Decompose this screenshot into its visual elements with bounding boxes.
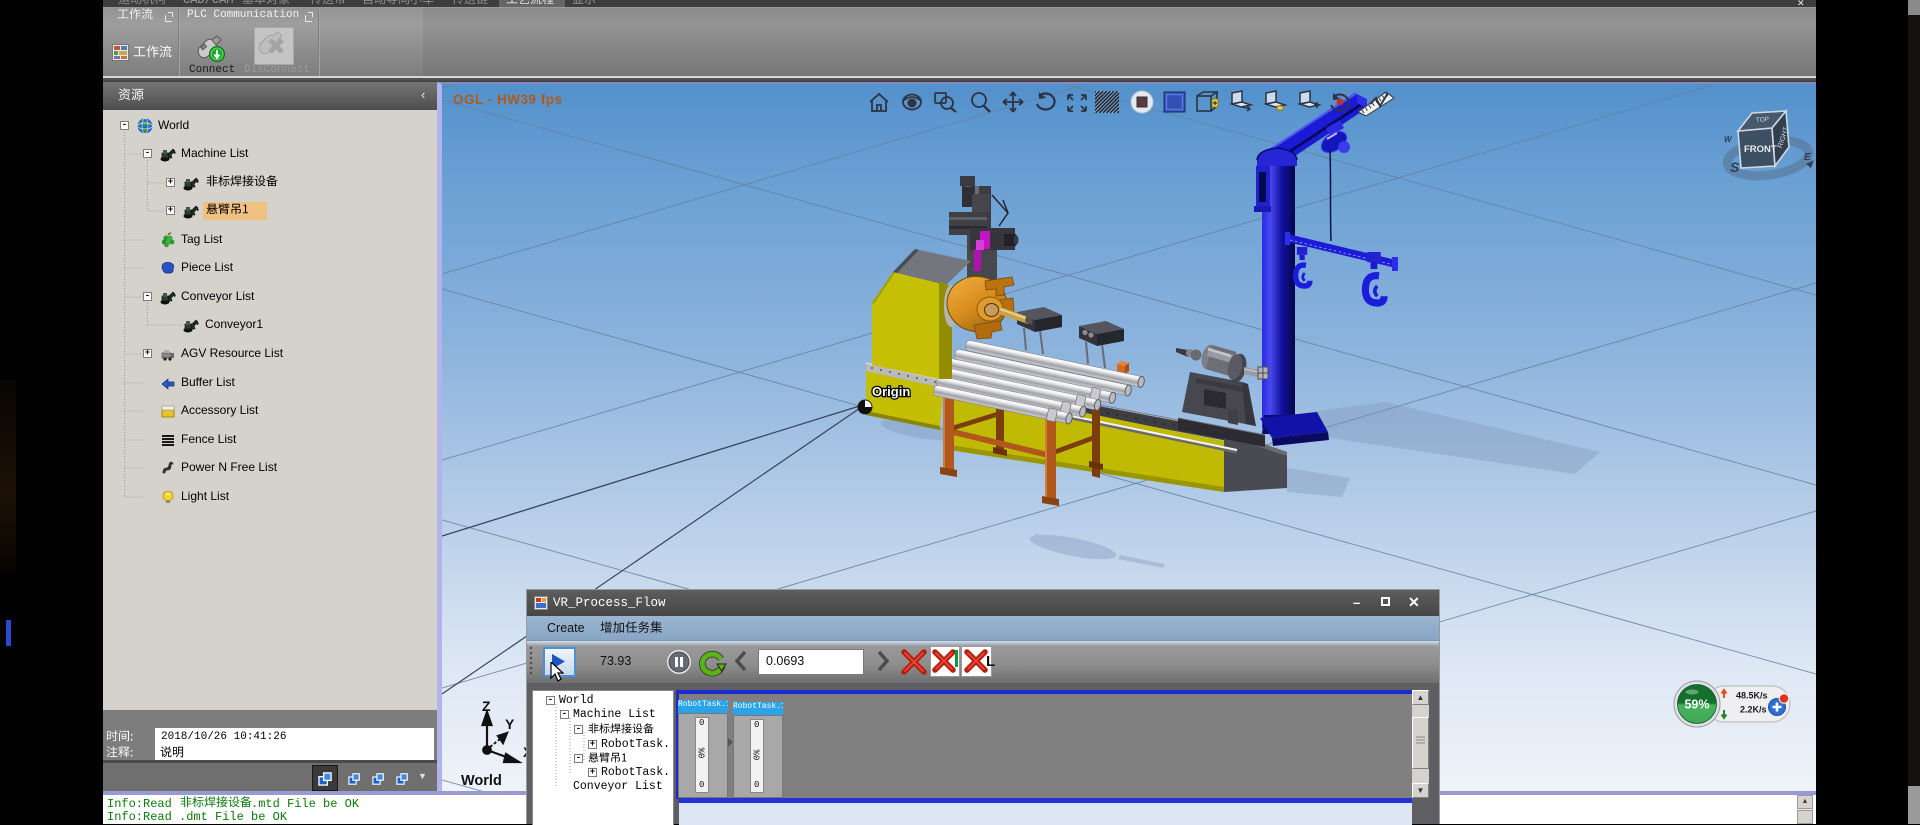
svg-text:59%: 59% bbox=[1684, 698, 1709, 712]
svg-text:TOP: TOP bbox=[1756, 116, 1770, 124]
svg-text:World: World bbox=[461, 773, 502, 789]
svg-text:2.2K/s: 2.2K/s bbox=[1740, 705, 1767, 715]
svg-text:S: S bbox=[1730, 159, 1740, 175]
svg-text:E: E bbox=[1804, 152, 1811, 163]
svg-text:Y: Y bbox=[505, 716, 515, 732]
svg-text:48.5K/s: 48.5K/s bbox=[1736, 691, 1768, 701]
svg-text:FRONT: FRONT bbox=[1744, 144, 1777, 155]
svg-text:Z: Z bbox=[482, 699, 491, 714]
svg-text:W: W bbox=[1724, 135, 1733, 144]
svg-text:Origin: Origin bbox=[872, 384, 910, 399]
